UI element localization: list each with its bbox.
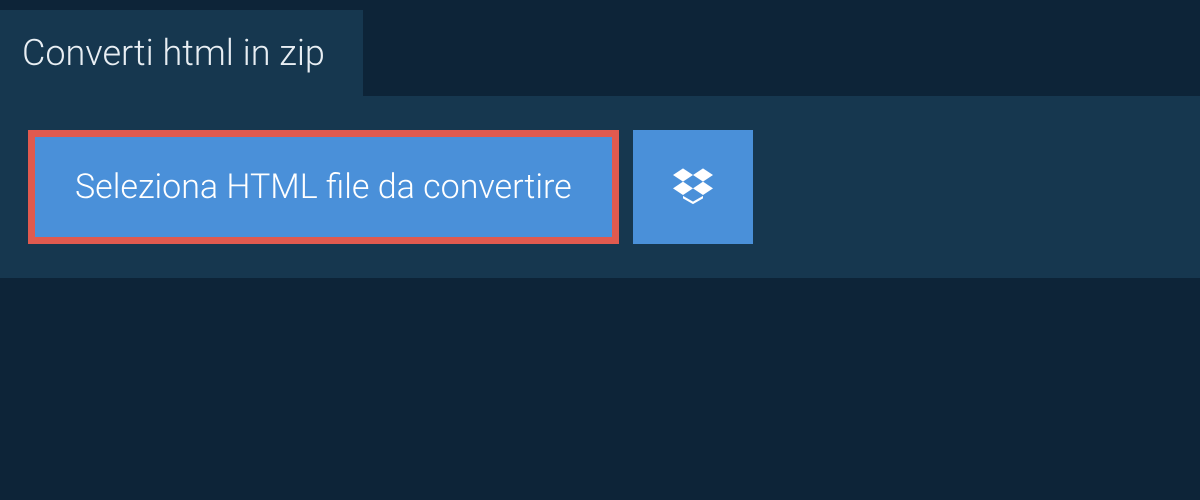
select-file-button-label: Seleziona HTML file da convertire	[75, 167, 572, 207]
dropbox-icon	[673, 165, 713, 209]
tab-convert[interactable]: Converti html in zip	[0, 10, 363, 96]
convert-panel: Seleziona HTML file da convertire	[0, 96, 1200, 278]
select-file-button[interactable]: Seleziona HTML file da convertire	[28, 130, 619, 244]
tab-label: Converti html in zip	[22, 32, 325, 74]
dropbox-button[interactable]	[633, 130, 753, 244]
